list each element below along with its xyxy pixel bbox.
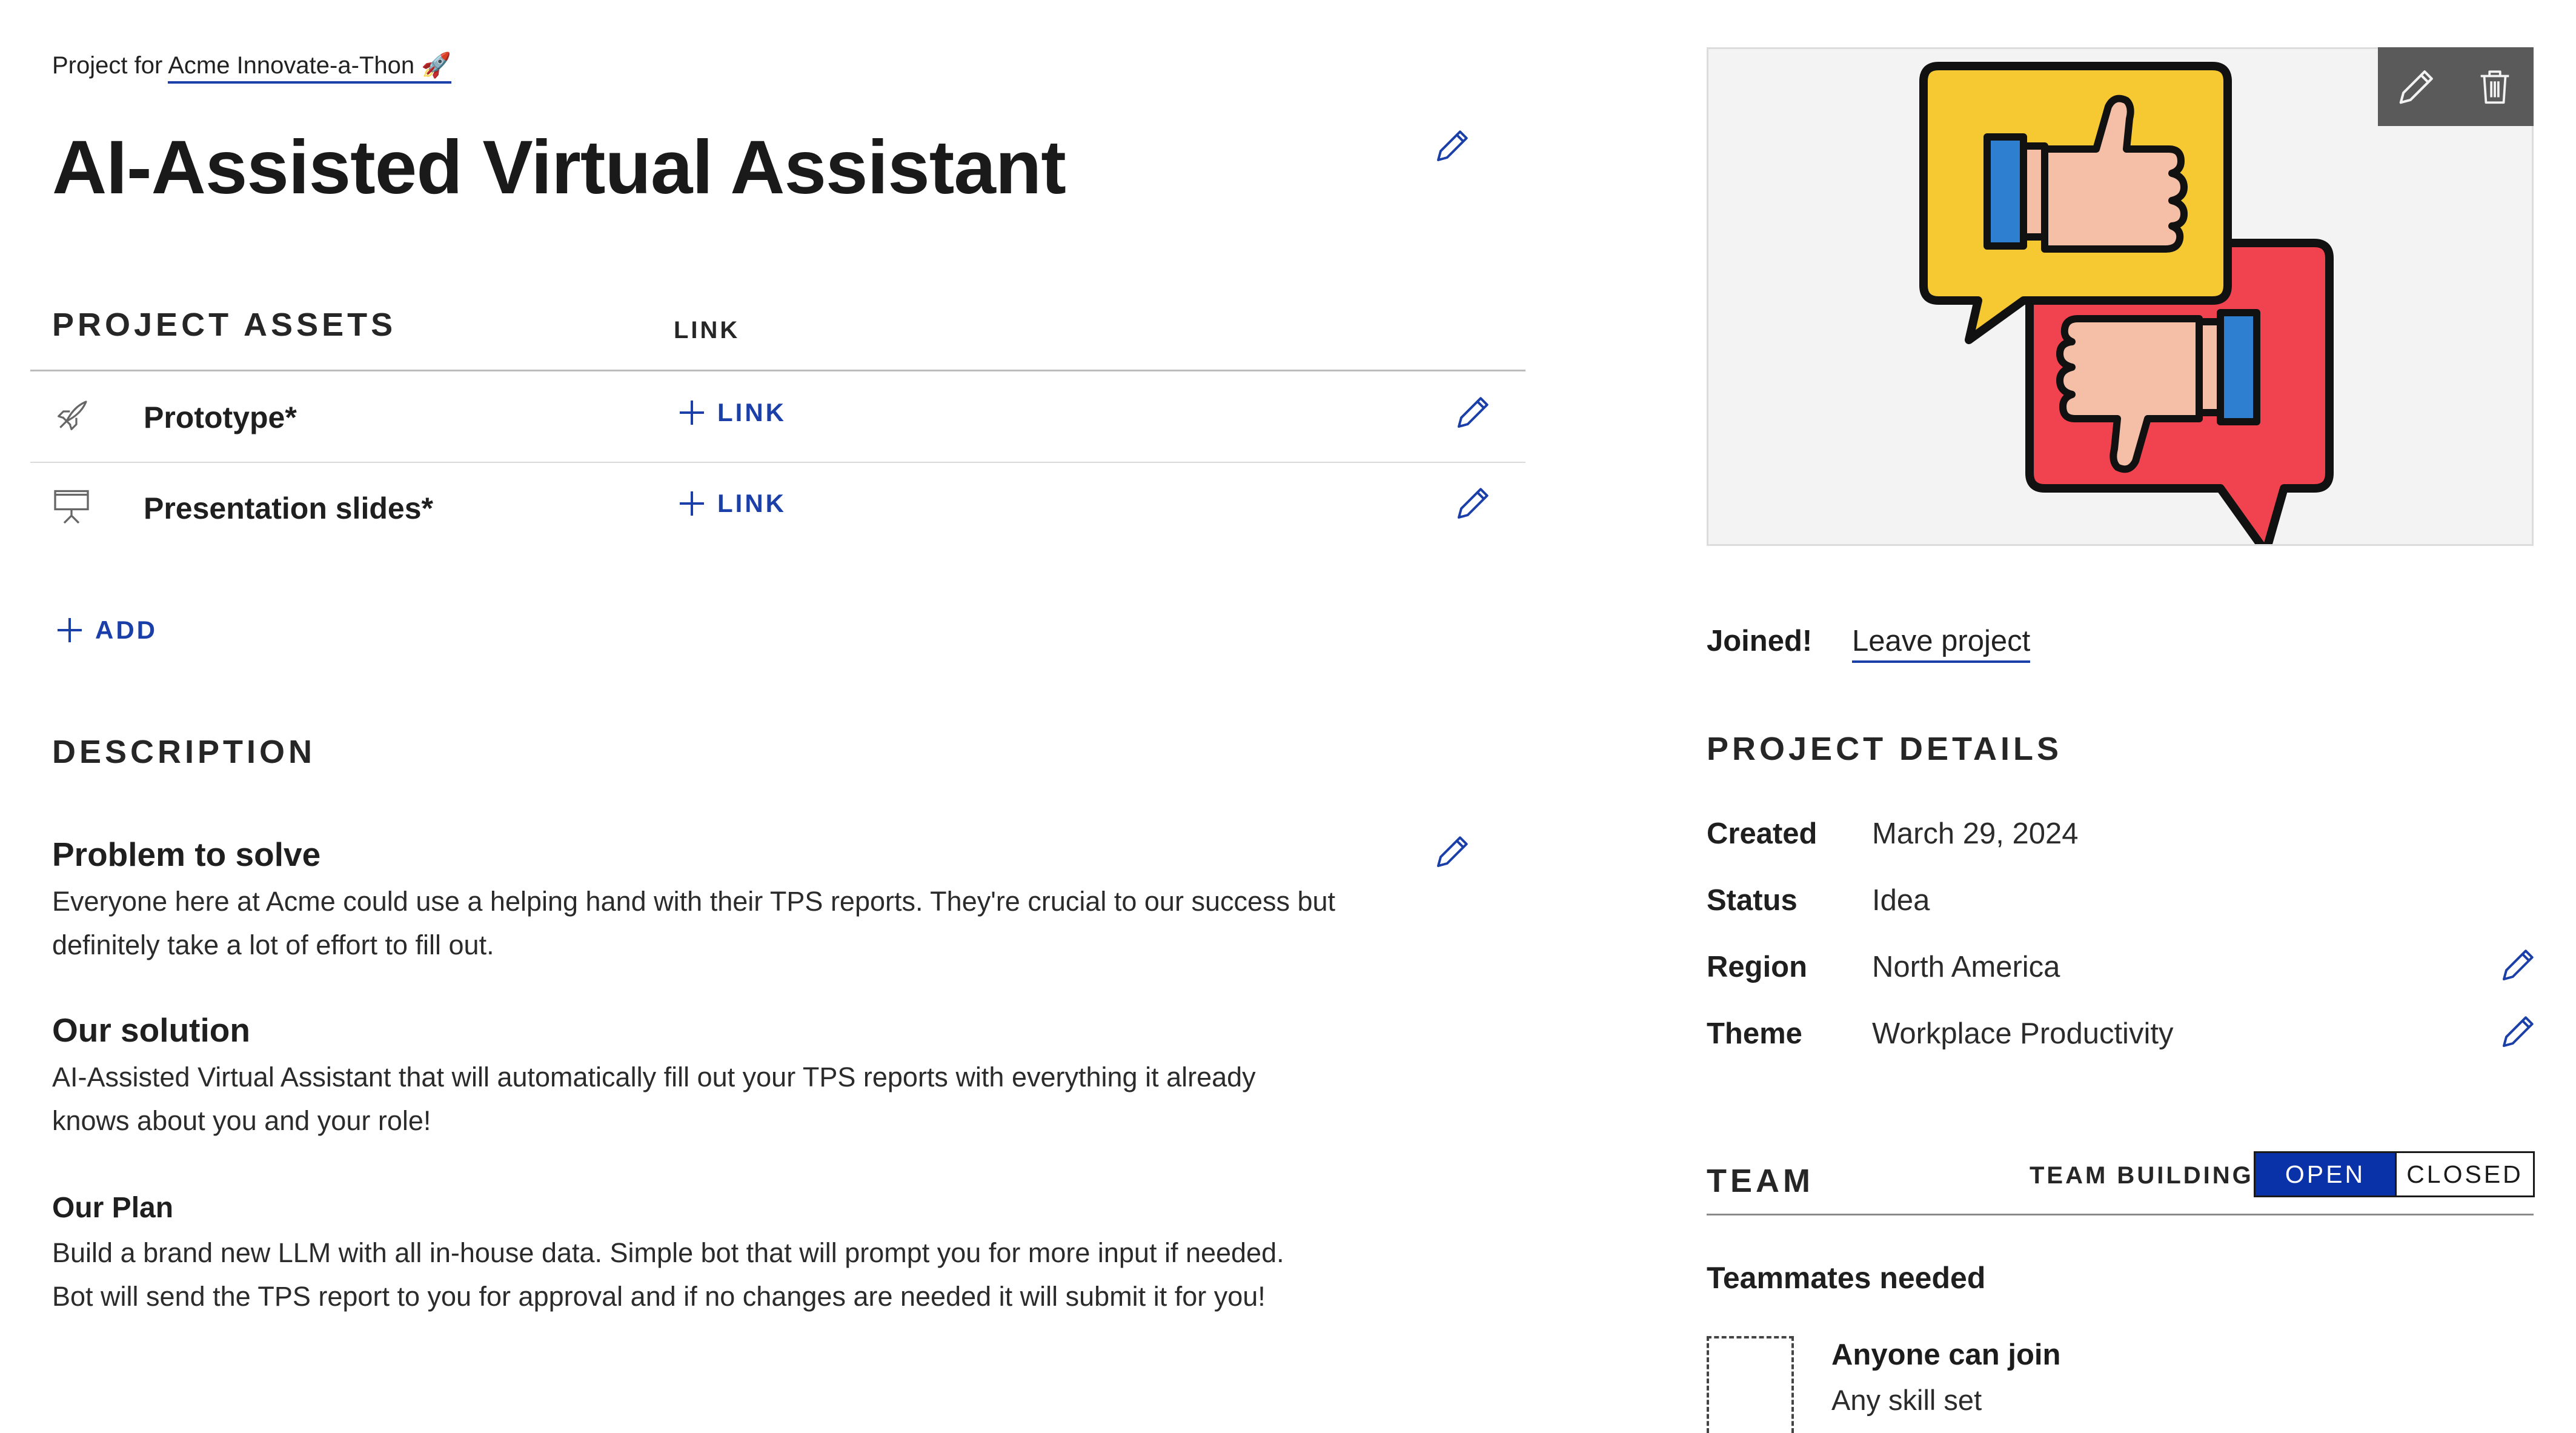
image-toolbar [2378, 47, 2534, 126]
problem-heading: Problem to solve [52, 836, 321, 873]
plan-heading: Our Plan [52, 1192, 174, 1224]
text-line: Bot will send the TPS report to you for … [52, 1281, 1266, 1312]
team-building-toggle[interactable]: OPEN CLOSED [2254, 1151, 2535, 1197]
detail-value-theme: Workplace Productivity [1872, 1017, 2174, 1050]
text-line: knows about you and your role! [52, 1105, 431, 1136]
leave-project-link[interactable]: Leave project [1852, 624, 2031, 663]
team-heading: TEAM [1707, 1163, 1814, 1199]
edit-theme-pencil-icon[interactable] [2499, 1012, 2538, 1051]
detail-label-theme: Theme [1707, 1017, 1802, 1050]
text-line: Build a brand new LLM with all in-house … [52, 1237, 1284, 1268]
plan-text: Build a brand new LLM with all in-house … [52, 1231, 1458, 1318]
edit-slides-pencil-icon[interactable] [1454, 484, 1493, 522]
asset-label-slides: Presentation slides* [144, 491, 433, 525]
text-line: AI-Assisted Virtual Assistant that will … [52, 1062, 1256, 1092]
presentation-icon [50, 485, 93, 528]
solution-heading: Our solution [52, 1011, 250, 1049]
slot-title: Anyone can join [1831, 1338, 2061, 1371]
problem-text: Everyone here at Acme could use a helpin… [52, 880, 1458, 967]
edit-image-pencil-icon[interactable] [2395, 65, 2438, 108]
edit-description-pencil-icon[interactable] [1433, 832, 1472, 871]
add-label: ADD [95, 616, 158, 644]
detail-value-created: March 29, 2024 [1872, 817, 2079, 850]
rocket-icon [52, 397, 91, 436]
teammate-slot-placeholder [1707, 1336, 1794, 1433]
plus-icon [58, 618, 82, 642]
toggle-open-option[interactable]: OPEN [2256, 1153, 2395, 1195]
link-column-heading: LINK [674, 317, 740, 344]
detail-label-created: Created [1707, 817, 1817, 850]
teammates-needed-heading: Teammates needed [1707, 1261, 1986, 1295]
edit-prototype-pencil-icon[interactable] [1454, 393, 1493, 431]
text-line: definitely take a lot of effort to fill … [52, 929, 494, 960]
hackathon-link[interactable]: Acme Innovate-a-Thon 🚀 [168, 52, 451, 84]
detail-label-region: Region [1707, 951, 1808, 983]
add-link-button-slides[interactable]: LINK [680, 489, 786, 518]
breadcrumb-prefix: Project for [52, 52, 163, 79]
assets-header-divider [30, 370, 1525, 371]
delete-image-trash-icon[interactable] [2474, 65, 2516, 108]
add-asset-button[interactable]: ADD [58, 616, 158, 645]
slot-subtitle: Any skill set [1831, 1384, 1982, 1416]
link-label: LINK [717, 398, 786, 427]
project-assets-heading: PROJECT ASSETS [52, 307, 397, 343]
breadcrumb: Project for Acme Innovate-a-Thon 🚀 [52, 51, 451, 84]
project-details-heading: PROJECT DETAILS [1707, 731, 2063, 767]
asset-label-prototype: Prototype* [144, 401, 297, 434]
team-divider [1707, 1214, 2534, 1215]
joined-status: Joined! [1707, 625, 1813, 657]
detail-value-status: Idea [1872, 884, 1930, 917]
toggle-closed-option[interactable]: CLOSED [2395, 1153, 2533, 1195]
description-heading: DESCRIPTION [52, 734, 316, 770]
page-title: AI-Assisted Virtual Assistant [52, 125, 1066, 210]
edit-region-pencil-icon[interactable] [2499, 945, 2538, 984]
solution-text: AI-Assisted Virtual Assistant that will … [52, 1056, 1458, 1143]
text-line: Everyone here at Acme could use a helpin… [52, 886, 1336, 917]
team-building-label: TEAM BUILDING [2030, 1162, 2254, 1189]
link-label: LINK [717, 489, 786, 517]
plus-icon [680, 491, 704, 516]
add-link-button-prototype[interactable]: LINK [680, 398, 786, 427]
detail-label-status: Status [1707, 884, 1798, 917]
plus-icon [680, 401, 704, 425]
asset-row-divider [30, 462, 1525, 463]
edit-title-pencil-icon[interactable] [1433, 126, 1472, 165]
detail-value-region: North America [1872, 951, 2060, 983]
